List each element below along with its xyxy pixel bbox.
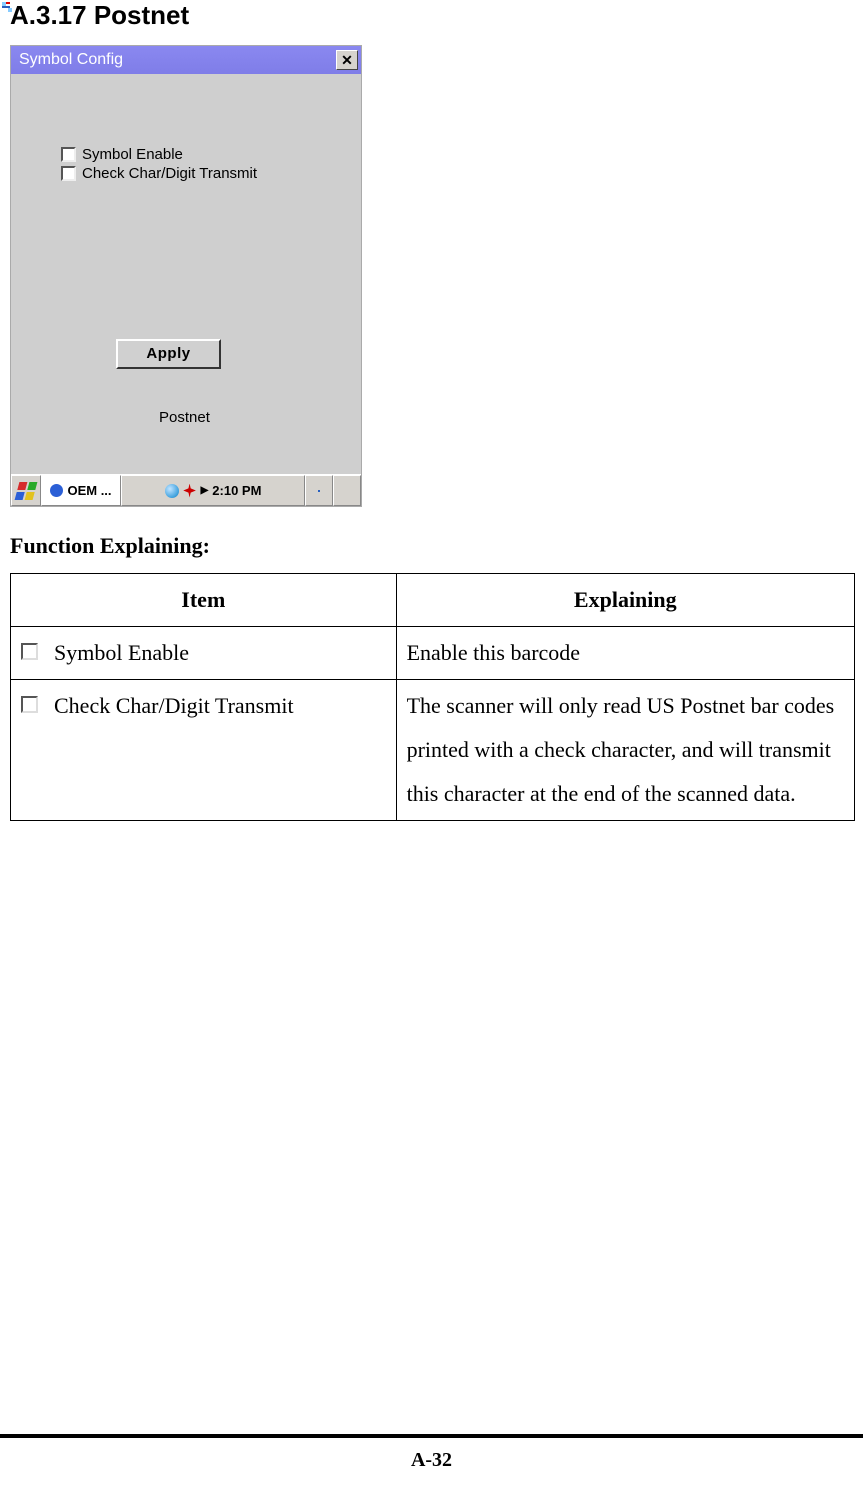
footer-divider [0, 1434, 863, 1438]
checkbox-group: Symbol Enable Check Char/Digit Transmit [61, 146, 257, 184]
checkbox-icon [21, 696, 38, 713]
taskbar-app-label: OEM ... [67, 483, 111, 498]
tray-item-1[interactable] [305, 475, 333, 506]
dialog-titlebar: Symbol Config ✕ [11, 46, 361, 74]
tool-icon [183, 484, 197, 498]
table-header-item: Item [11, 574, 397, 627]
tray-item-2[interactable] [333, 475, 361, 506]
note-icon [318, 490, 320, 492]
taskbar: OEM ... ▶ 2:10 PM [11, 474, 361, 506]
checkbox-row-check-char-transmit[interactable]: Check Char/Digit Transmit [61, 165, 257, 182]
checkbox-icon [61, 166, 76, 181]
page-number: A-32 [0, 1449, 863, 1472]
dialog-body: Symbol Enable Check Char/Digit Transmit … [11, 74, 361, 474]
screenshot-frame: Symbol Config ✕ Symbol Enable Check Char… [10, 45, 362, 507]
start-button[interactable] [11, 475, 41, 506]
function-table: Item Explaining Symbol Enable Enable thi… [10, 573, 855, 821]
dialog-sublabel: Postnet [159, 409, 210, 426]
checkbox-icon [61, 147, 76, 162]
windows-icon [17, 482, 35, 500]
function-explaining-heading: Function Explaining: [10, 533, 853, 559]
checkbox-label: Check Char/Digit Transmit [82, 165, 257, 182]
tray-arrow-icon: ▶ [201, 485, 209, 496]
close-button[interactable]: ✕ [336, 50, 358, 70]
section-heading: A.3.17 Postnet [10, 0, 853, 45]
table-header-explaining: Explaining [396, 574, 854, 627]
dialog-title: Symbol Config [19, 51, 123, 69]
world-icon [165, 484, 179, 498]
table-explaining-cell: Enable this barcode [396, 627, 854, 680]
close-icon: ✕ [341, 52, 353, 69]
system-tray[interactable]: ▶ 2:10 PM [121, 475, 305, 506]
table-item-label: Symbol Enable [54, 631, 189, 675]
taskbar-clock: 2:10 PM [212, 483, 261, 498]
app-icon [50, 484, 63, 497]
table-explaining-cell: The scanner will only read US Postnet ba… [396, 680, 854, 821]
checkbox-icon [21, 643, 38, 660]
table-row: Check Char/Digit Transmit The scanner wi… [11, 680, 855, 821]
checkbox-row-symbol-enable[interactable]: Symbol Enable [61, 146, 257, 163]
table-item-label: Check Char/Digit Transmit [54, 684, 294, 728]
table-row: Symbol Enable Enable this barcode [11, 627, 855, 680]
checkbox-label: Symbol Enable [82, 146, 183, 163]
apply-button[interactable]: Apply [116, 339, 221, 369]
taskbar-app-button[interactable]: OEM ... [41, 475, 121, 506]
